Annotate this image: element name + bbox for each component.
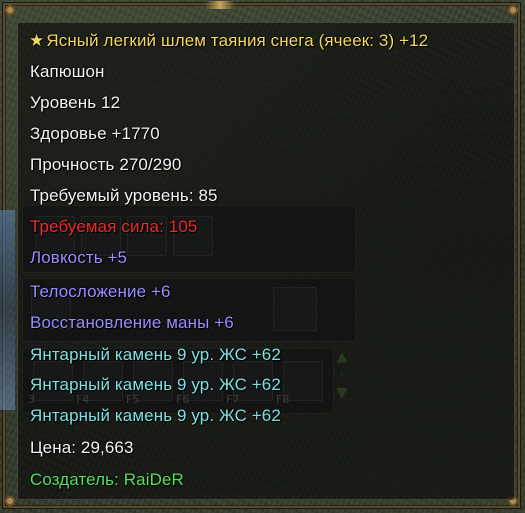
frame-ornament (205, 1, 235, 9)
frame-corner (506, 3, 520, 17)
item-title-text: Ясный легкий шлем таяния снега (ячеек: 3… (46, 31, 429, 50)
item-level: Уровень 12 (30, 93, 121, 112)
item-tooltip: ★ Ясный легкий шлем таяния снега (ячеек: … (17, 22, 515, 500)
item-gem-socket: Янтарный камень 9 ур. ЖС +62 (30, 345, 281, 364)
item-required-strength: Требуемая сила: 105 (30, 217, 198, 236)
frame-corner (3, 494, 17, 508)
item-price: Цена: 29,663 (30, 438, 134, 457)
item-mana-regen: Восстановление маны +6 (30, 313, 234, 332)
item-agility: Ловкость +5 (30, 248, 128, 267)
item-type: Капюшон (30, 62, 105, 81)
frame-corner (3, 3, 17, 17)
side-panel-edge (0, 210, 15, 410)
item-title: ★ Ясный легкий шлем таяния снега (ячеек: … (29, 31, 428, 51)
item-required-level: Требуемый уровень: 85 (30, 186, 218, 205)
item-gem-socket: Янтарный камень 9 ур. ЖС +62 (30, 375, 281, 394)
item-health: Здоровье +1770 (30, 124, 160, 143)
item-gem-socket: Янтарный камень 9 ур. ЖС +62 (30, 406, 281, 425)
item-constitution: Телосложение +6 (30, 282, 171, 301)
item-durability: Прочность 270/290 (30, 155, 182, 174)
item-creator: Создатель: RaiDeR (30, 470, 184, 489)
star-icon: ★ (29, 31, 45, 50)
